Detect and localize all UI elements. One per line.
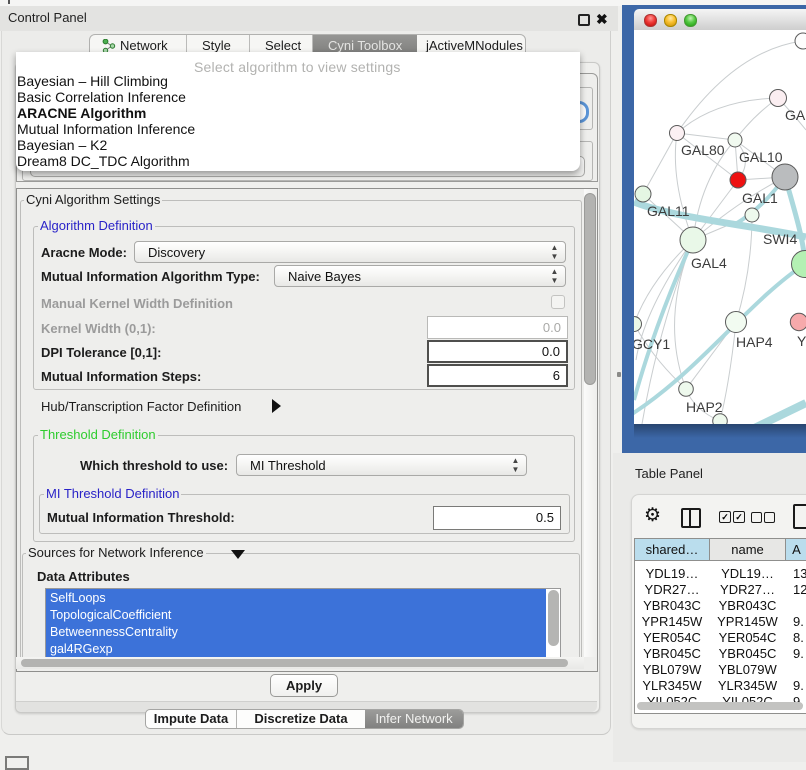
svg-text:GAL4: GAL4	[691, 255, 727, 271]
svg-text:GAL11: GAL11	[647, 203, 690, 219]
svg-text:GAL80: GAL80	[681, 142, 725, 158]
svg-text:GAL1: GAL1	[742, 190, 778, 206]
svg-text:GAL7: GAL7	[785, 107, 806, 123]
svg-text:HAP2: HAP2	[686, 399, 723, 415]
svg-text:SWI4: SWI4	[763, 231, 797, 247]
svg-text:GCY1: GCY1	[634, 336, 670, 352]
svg-text:HAP4: HAP4	[736, 334, 773, 350]
svg-text:GAL10: GAL10	[739, 149, 783, 165]
svg-text:YE: YE	[797, 333, 806, 349]
